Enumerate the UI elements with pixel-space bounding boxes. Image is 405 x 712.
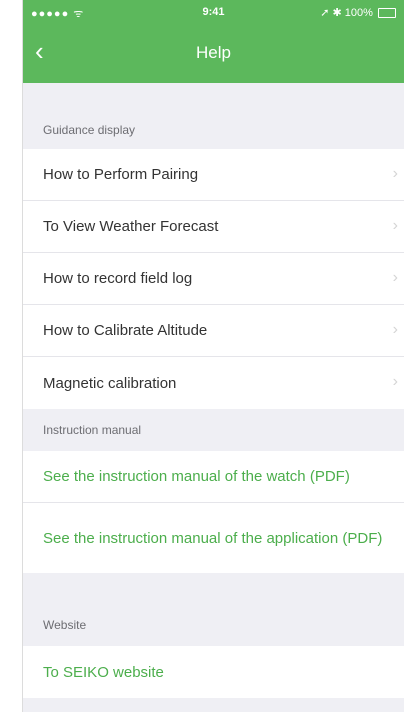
top-spacer [23,83,404,111]
status-bar: ●●●●● ᯤ 9:41 ➚ ✱ 100% [23,0,404,26]
chevron-right-icon: › [392,373,398,390]
page-title: Help [196,43,231,62]
battery-icon [378,8,396,19]
list-item-altitude[interactable]: How to Calibrate Altitude › [23,305,404,357]
list-item-label: To View Weather Forecast [43,218,219,235]
manual-list: See the instruction manual of the watch … [23,451,404,573]
app-manual-link[interactable]: See the instruction manual of the applic… [23,503,404,573]
chevron-right-icon: › [392,321,398,338]
list-item-field-log[interactable]: How to record field log › [23,253,404,305]
header: ●●●●● ᯤ 9:41 ➚ ✱ 100% ‹ Help [23,0,404,83]
guidance-list: How to Perform Pairing › To View Weather… [23,149,404,409]
section-header-guidance: Guidance display [43,123,136,137]
chevron-right-icon: › [392,217,398,234]
list-item-label: How to Perform Pairing [43,166,199,183]
seiko-website-link[interactable]: To SEIKO website [23,646,404,698]
chevron-right-icon: › [392,269,398,286]
list-item-label: Magnetic calibration [43,374,177,392]
list-item-pairing[interactable]: How to Perform Pairing › [23,149,404,201]
list-item-weather[interactable]: To View Weather Forecast › [23,201,404,253]
list-item-label: How to record field log [43,270,193,287]
website-list: To SEIKO website [23,646,404,698]
list-item-label: How to Calibrate Altitude [43,322,208,339]
app-screen: ●●●●● ᯤ 9:41 ➚ ✱ 100% ‹ Help Guidance di… [22,0,404,712]
watch-manual-link[interactable]: See the instruction manual of the watch … [23,451,404,503]
list-item-magnetic[interactable]: Magnetic calibration › [23,357,404,409]
section-header-website: Website [43,618,87,632]
chevron-right-icon: › [392,165,398,182]
navigation-bar: ‹ Help [23,26,404,83]
battery-label: ➚ ✱ 100% [320,7,373,19]
status-right: ➚ ✱ 100% [320,6,396,19]
section-header-manual: Instruction manual [43,423,142,437]
